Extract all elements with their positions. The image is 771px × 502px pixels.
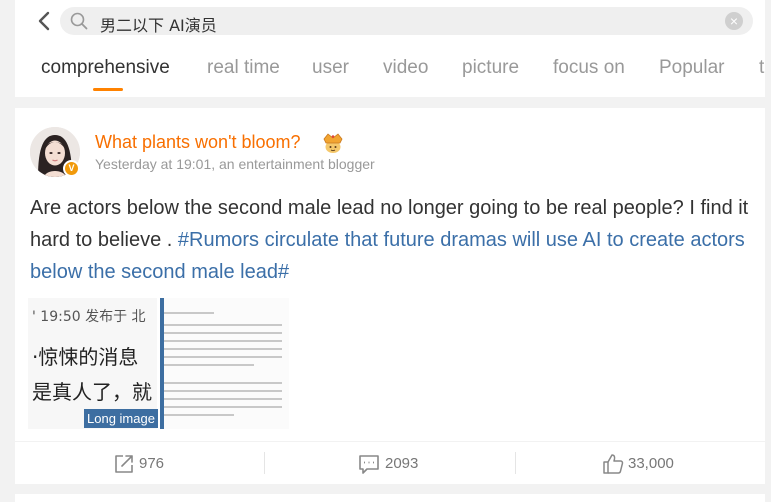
image-2-text-line bbox=[164, 332, 282, 334]
image-1-text-line: ·惊悚的消息 bbox=[32, 345, 139, 369]
thumbs-up-icon bbox=[602, 453, 624, 475]
image-1-text-line: ' 19:50 发布于 北 bbox=[32, 309, 146, 325]
image-2-text-line bbox=[164, 324, 282, 326]
verified-badge-icon: V bbox=[63, 160, 80, 177]
image-2-text-line bbox=[164, 348, 282, 350]
back-arrow-icon[interactable] bbox=[33, 8, 57, 34]
image-2-text-line bbox=[164, 340, 282, 342]
post-image-2[interactable] bbox=[160, 298, 289, 429]
image-1-text-line: 是真人了，就 bbox=[32, 380, 152, 404]
clear-search-icon[interactable]: × bbox=[725, 12, 743, 30]
post-actions-bar: 976 2093 33,000 bbox=[15, 442, 765, 484]
long-image-badge: Long image bbox=[84, 409, 158, 428]
image-2-text-line bbox=[164, 398, 282, 400]
post-meta: Yesterday at 19:01, an entertainment blo… bbox=[95, 156, 375, 172]
tab-video[interactable]: video bbox=[383, 57, 428, 79]
active-tab-indicator bbox=[93, 88, 123, 91]
comment-count: 2093 bbox=[385, 455, 419, 472]
comment-icon bbox=[358, 453, 380, 475]
image-2-text-line bbox=[164, 364, 254, 366]
post-username[interactable]: What plants won't bloom? bbox=[95, 132, 301, 153]
tab-user[interactable]: user bbox=[312, 57, 349, 79]
repost-button[interactable]: 976 bbox=[15, 442, 265, 484]
image-2-text-line bbox=[164, 390, 282, 392]
search-bar[interactable]: 男二以下 AI演员 × bbox=[60, 7, 753, 35]
image-2-text-line bbox=[164, 382, 282, 384]
post-body: Are actors below the second male lead no… bbox=[30, 192, 755, 288]
search-icon bbox=[70, 12, 88, 30]
next-post-card bbox=[15, 494, 765, 502]
image-2-text-line bbox=[164, 356, 282, 358]
search-header: 男二以下 AI演员 × comprehensive real time user… bbox=[15, 0, 765, 97]
image-2-text-line bbox=[164, 312, 214, 314]
image-2-text-line bbox=[164, 406, 282, 408]
image-2-text-line bbox=[164, 414, 234, 416]
search-input[interactable]: 男二以下 AI演员 bbox=[100, 12, 217, 36]
like-button[interactable]: 33,000 bbox=[515, 442, 765, 484]
tab-comprehensive[interactable]: comprehensive bbox=[41, 57, 170, 79]
tab-real-time[interactable]: real time bbox=[207, 57, 280, 79]
search-tabs: comprehensive real time user video pictu… bbox=[15, 57, 765, 83]
tab-picture[interactable]: picture bbox=[462, 57, 519, 79]
comment-button[interactable]: 2093 bbox=[265, 442, 515, 484]
repost-count: 976 bbox=[139, 455, 165, 472]
repost-icon bbox=[113, 453, 135, 475]
like-count: 33,000 bbox=[628, 455, 674, 472]
crown-emoji-icon bbox=[320, 130, 346, 154]
post-card: V What plants won't bloom? Yesterday at … bbox=[15, 108, 765, 441]
tab-more[interactable]: t bbox=[759, 57, 764, 79]
tab-popular[interactable]: Popular bbox=[659, 57, 725, 79]
tab-focus-on[interactable]: focus on bbox=[553, 57, 625, 79]
